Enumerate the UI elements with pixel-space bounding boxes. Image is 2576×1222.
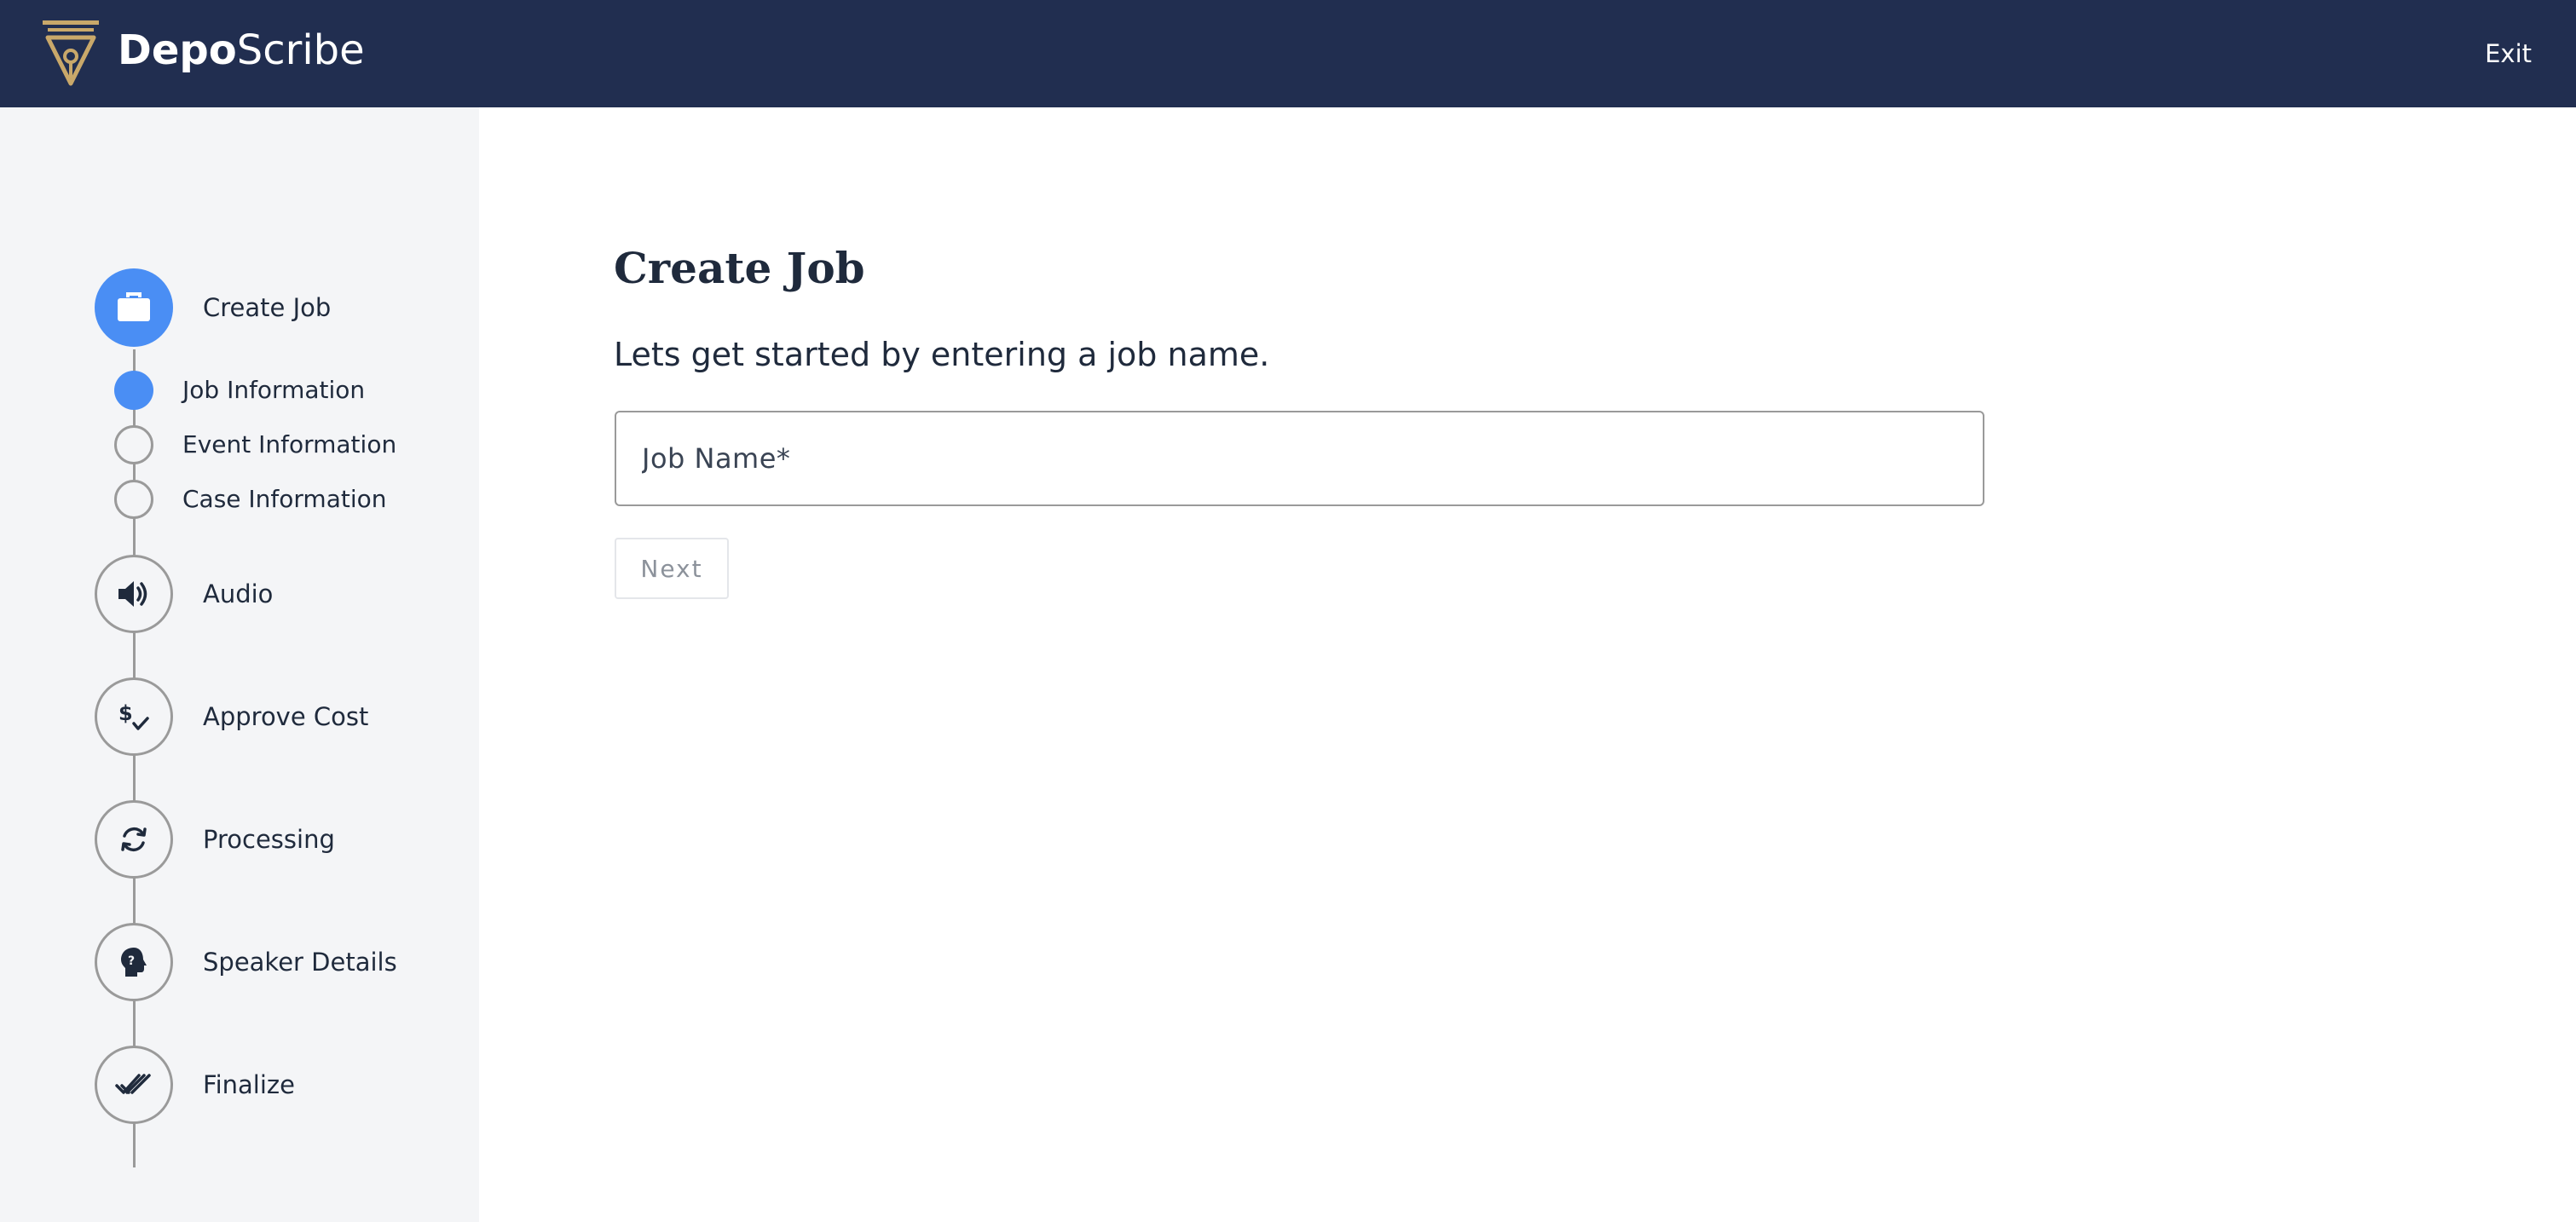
- substep-job-information[interactable]: [114, 371, 153, 410]
- depo-scribe-logo[interactable]: [41, 19, 101, 87]
- step-label-create-job: Create Job: [203, 293, 332, 322]
- dollar-check-icon: $: [118, 701, 149, 730]
- brand-name: DepoScribe: [118, 20, 365, 80]
- next-button[interactable]: Next: [615, 538, 729, 599]
- speaker-icon: [118, 581, 147, 607]
- brand-name-bold: Depo: [118, 26, 237, 74]
- double-check-icon: [115, 1074, 151, 1094]
- stepper-connector: [133, 349, 136, 1167]
- sidebar-stepper: Create Job Job Information Event Informa…: [0, 107, 479, 1222]
- step-label-approve-cost: Approve Cost: [203, 702, 369, 731]
- page-title: Create Job: [614, 243, 865, 293]
- step-finalize[interactable]: [95, 1046, 173, 1124]
- step-label-finalize: Finalize: [203, 1070, 295, 1099]
- head-question-icon: ?: [121, 948, 147, 977]
- step-audio[interactable]: [95, 555, 173, 633]
- sync-icon: [121, 827, 147, 852]
- step-speaker-details[interactable]: ?: [95, 923, 173, 1001]
- page-subtitle: Lets get started by entering a job name.: [614, 336, 1270, 373]
- pen-nib-logo-icon: [43, 20, 99, 86]
- step-approve-cost[interactable]: $: [95, 677, 173, 756]
- step-label-processing: Processing: [203, 825, 335, 854]
- step-label-audio: Audio: [203, 579, 274, 608]
- substep-label-case-information: Case Information: [182, 485, 387, 513]
- exit-button[interactable]: Exit: [2485, 32, 2532, 75]
- substep-event-information[interactable]: [114, 425, 153, 464]
- top-bar: DepoScribe Exit: [0, 0, 2576, 107]
- step-create-job[interactable]: [95, 268, 173, 347]
- substep-case-information[interactable]: [114, 480, 153, 519]
- briefcase-icon: [118, 292, 150, 321]
- job-name-input[interactable]: [615, 411, 1984, 506]
- step-label-speaker-details: Speaker Details: [203, 948, 397, 977]
- substep-label-job-information: Job Information: [182, 376, 366, 404]
- step-processing[interactable]: [95, 800, 173, 879]
- substep-label-event-information: Event Information: [182, 430, 397, 458]
- brand-name-regular: Scribe: [236, 26, 365, 74]
- svg-text:$: $: [118, 701, 133, 725]
- svg-text:?: ?: [128, 954, 135, 968]
